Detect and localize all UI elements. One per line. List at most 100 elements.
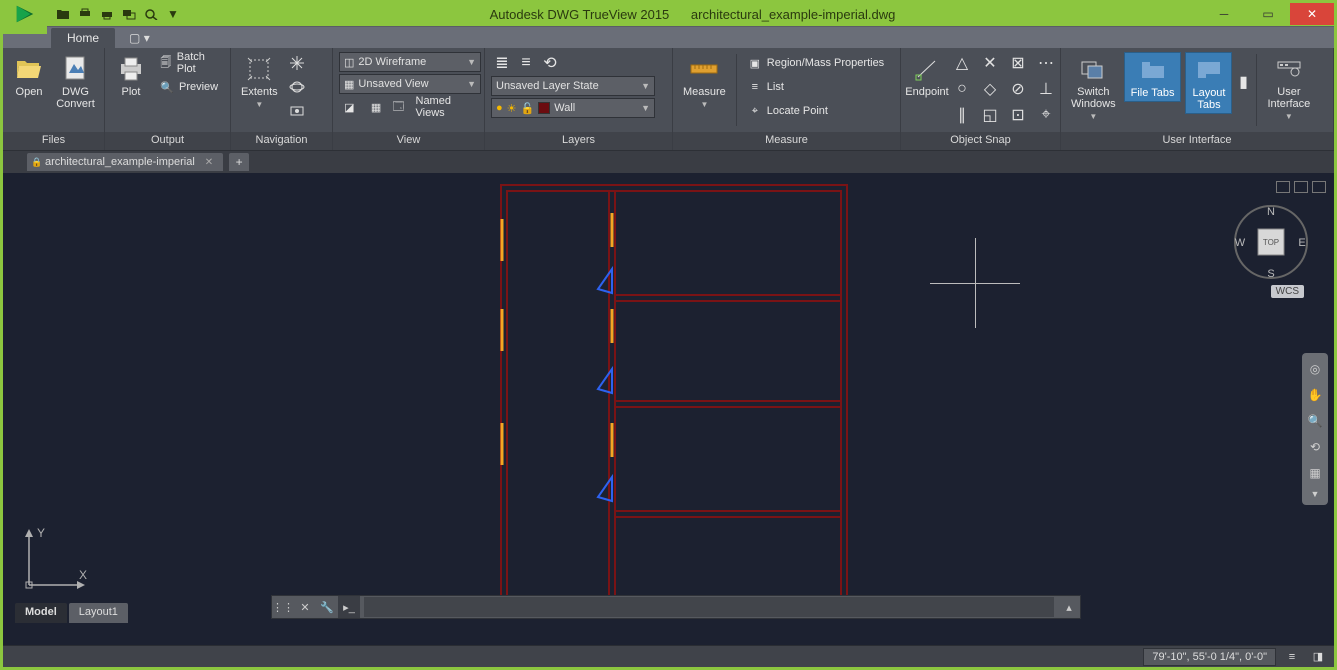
endpoint-button[interactable]: Endpoint [907,52,947,100]
preview-icon[interactable] [141,5,161,23]
ucs-icon: Y X [19,525,89,595]
osnap-center-button[interactable]: ○ [951,78,973,100]
orbit-button[interactable] [286,76,308,98]
batch-plot-icon: 🗐 [159,55,173,71]
cmd-drag-handle[interactable]: ⋮⋮ [272,596,294,618]
nav-pan-button[interactable]: ✋ [1304,383,1326,407]
switch-windows-button[interactable]: Switch Windows ▼ [1067,52,1120,123]
osnap-mid-button[interactable]: △ [951,52,973,74]
file-tabs-icon [1138,55,1168,85]
close-tab-button[interactable]: ✕ [205,157,213,168]
cmd-expand-button[interactable]: ▴ [1058,596,1080,618]
file-tabstrip: 🔒 architectural_example-imperial ✕ + [3,151,1334,173]
layout-tabs: Model Layout1 [15,603,128,623]
osnap-near-button[interactable]: ⌖ [1035,104,1057,126]
tab-home[interactable]: Home [51,28,115,48]
region-button[interactable]: ▣Region/Mass Properties [743,52,888,74]
cmd-close-button[interactable]: ✕ [294,596,316,618]
wcs-badge[interactable]: WCS [1271,285,1304,298]
window-title: Autodesk DWG TrueView 2015 architectural… [183,7,1202,22]
osnap-ins-button[interactable]: ◱ [979,104,1001,126]
status-tray-button[interactable]: ◨ [1308,648,1328,666]
panel-navigation: Extents ▼ Navigation [231,48,333,150]
panel-title: Object Snap [901,132,1060,150]
layer-combo[interactable]: ● ☀ 🔓 Wall▼ [491,98,655,118]
osnap-ext-button[interactable]: ⋯ [1035,52,1057,74]
coords-readout[interactable]: 79'-10", 55'-0 1/4", 0'-0" [1143,648,1276,666]
named-views-button[interactable]: 🗔 Named Views [393,96,479,118]
viewcube-e[interactable]: E [1298,237,1305,249]
view-prev-button[interactable]: ◪ [339,96,360,118]
nav-expand-button[interactable]: ▼ [1304,487,1326,501]
file-tab-active[interactable]: 🔒 architectural_example-imperial ✕ [27,153,223,171]
osnap-tan-button[interactable]: ⊘ [1007,78,1029,100]
new-tab-button[interactable]: + [229,153,249,171]
model-space[interactable]: N S W E TOP WCS ◎ ✋ 🔍 ⟲ ▦ ▼ [3,173,1334,645]
file-tabs-button[interactable]: File Tabs [1124,52,1182,102]
dwg-convert-button[interactable]: DWG Convert [53,52,98,112]
viewcube[interactable]: N S W E TOP [1232,203,1310,281]
minimize-button[interactable]: ─ [1202,3,1246,25]
layer-state-combo[interactable]: Unsaved Layer State▼ [491,76,655,96]
layout-tabs-button[interactable]: Layout Tabs [1185,52,1232,114]
toolbar-icon [1274,54,1304,84]
vp-close-button[interactable] [1312,181,1326,193]
plot-icon[interactable] [75,5,95,23]
panel-title: Output [105,132,230,150]
qat-dropdown-icon[interactable]: ▼ [163,5,183,23]
nav-wheel-button[interactable]: ◎ [1304,357,1326,381]
viewcube-n[interactable]: N [1267,206,1275,218]
viewcube-face[interactable]: TOP [1263,238,1279,247]
pan-button[interactable] [286,52,308,74]
tab-model[interactable]: Model [15,603,67,623]
layer-off-button[interactable]: ⟲ [539,52,561,74]
app-menu-button[interactable] [3,0,47,34]
osnap-quad-button[interactable]: ◇ [979,78,1001,100]
measure-button[interactable]: Measure ▼ [679,52,730,111]
layer-iso-button[interactable]: ≣ [491,52,513,74]
list-icon: ≡ [747,79,763,95]
osnap-par-button[interactable]: ∥ [951,104,973,126]
vp-minimize-button[interactable] [1276,181,1290,193]
list-button[interactable]: ≡List [743,76,888,98]
named-view-combo[interactable]: ▦ Unsaved View▼ [339,74,481,94]
tab-layout1[interactable]: Layout1 [69,603,128,623]
osnap-perp-button[interactable]: ⊥ [1035,78,1057,100]
batch-plot-icon[interactable] [119,5,139,23]
open-icon[interactable] [53,5,73,23]
extents-button[interactable]: Extents ▼ [237,52,282,111]
user-interface-button[interactable]: User Interface ▼ [1263,52,1314,123]
print-icon[interactable] [97,5,117,23]
layer-uniso-button[interactable]: ≡ [515,52,537,74]
osnap-appint-button[interactable]: ⊠ [1007,52,1029,74]
nav-showmotion-button[interactable]: ▦ [1304,461,1326,485]
nav-orbit-button[interactable]: ⟲ [1304,435,1326,459]
close-button[interactable]: ✕ [1290,3,1334,25]
cmd-recent-button[interactable]: 🔧 [316,596,338,618]
viewcube-s[interactable]: S [1267,268,1274,280]
view-manager-button[interactable]: ▦ [366,96,387,118]
extents-icon [244,54,274,84]
nav-zoom-button[interactable]: 🔍 [1304,409,1326,433]
open-button[interactable]: Open [9,52,49,100]
panel-title: Files [3,132,104,150]
tab-extras[interactable]: ▢ ▾ [119,28,160,48]
locate-point-button[interactable]: ⌖Locate Point [743,100,888,122]
layer-color-swatch [538,102,550,114]
preview-button[interactable]: 🔍Preview [155,76,224,98]
region-icon: ▣ [747,55,763,71]
panel-measure: Measure ▼ ▣Region/Mass Properties ≡List … [673,48,901,150]
visual-style-combo[interactable]: ◫ 2D Wireframe▼ [339,52,481,72]
ui-toggle-extra-button[interactable]: ▮ [1236,52,1250,112]
status-config-button[interactable]: ≡ [1282,648,1302,666]
osnap-node-button[interactable]: ⊡ [1007,104,1029,126]
batch-plot-button[interactable]: 🗐Batch Plot [155,52,224,74]
vp-restore-button[interactable] [1294,181,1308,193]
command-input[interactable] [364,597,1054,617]
osnap-int-button[interactable]: ✕ [979,52,1001,74]
maximize-button[interactable]: ▭ [1246,3,1290,25]
plot-button[interactable]: Plot [111,52,151,100]
app-name: Autodesk DWG TrueView 2015 [490,7,670,22]
show-motion-button[interactable] [286,100,308,122]
viewcube-w[interactable]: W [1235,237,1246,249]
